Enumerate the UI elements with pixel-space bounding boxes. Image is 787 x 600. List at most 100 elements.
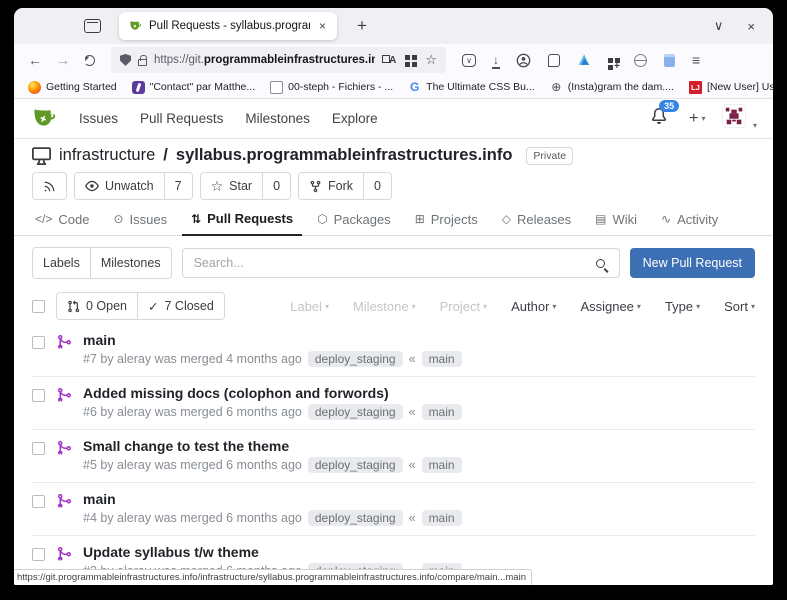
- base-branch-chip[interactable]: main: [422, 404, 462, 420]
- pocket-icon[interactable]: ∨: [462, 54, 476, 67]
- fork-button[interactable]: Fork: [299, 173, 363, 199]
- containers-grid-icon[interactable]: [405, 55, 410, 60]
- head-branch-chip[interactable]: deploy_staging: [308, 351, 403, 367]
- bookmark-star-icon[interactable]: ☆: [425, 52, 437, 68]
- nav-link[interactable]: Milestones: [245, 111, 310, 126]
- repo-tab[interactable]: ⬡ Packages: [308, 205, 400, 235]
- row-checkbox[interactable]: [32, 548, 45, 561]
- lock-icon[interactable]: [138, 59, 147, 66]
- addon-document-icon[interactable]: [664, 54, 675, 67]
- pull-request-title[interactable]: main: [83, 332, 462, 348]
- back-button[interactable]: ←: [22, 52, 48, 68]
- filter-dropdown[interactable]: Assignee: [580, 299, 641, 314]
- tab-close-icon[interactable]: ×: [317, 18, 328, 34]
- search-button[interactable]: [583, 249, 619, 277]
- repo-tab[interactable]: ⊙ Issues: [104, 205, 176, 235]
- base-branch-chip[interactable]: main: [422, 457, 462, 473]
- repo-tab[interactable]: ⊞ Projects: [406, 205, 487, 235]
- repo-name-link[interactable]: syllabus.programmableinfrastructures.inf…: [176, 146, 513, 165]
- extension-icon[interactable]: [548, 54, 560, 67]
- notifications-bell[interactable]: 35: [651, 108, 673, 129]
- tab-glyph-icon: ⬡: [317, 212, 327, 226]
- watch-count[interactable]: 7: [164, 173, 192, 199]
- list-header: 0 Open ✓7 Closed Label Milestone Project Au…: [32, 292, 755, 320]
- rss-button[interactable]: [32, 172, 67, 200]
- bookmark-item[interactable]: Getting Started: [28, 81, 117, 94]
- labels-button[interactable]: Labels: [33, 248, 90, 278]
- addon-logo-icon[interactable]: [577, 53, 591, 67]
- new-tab-button[interactable]: +: [351, 16, 373, 36]
- pull-request-row[interactable]: Added missing docs (colophon and forword…: [32, 376, 755, 429]
- filter-dropdown[interactable]: Sort: [724, 299, 755, 314]
- row-checkbox[interactable]: [32, 495, 45, 508]
- filter-dropdown[interactable]: Milestone: [353, 299, 416, 314]
- user-menu[interactable]: [722, 104, 757, 133]
- bookmark-item[interactable]: LJ [New User] Using Mi...: [689, 81, 773, 94]
- filter-dropdown[interactable]: Project: [440, 299, 487, 314]
- head-branch-chip[interactable]: deploy_staging: [308, 404, 403, 420]
- addon-globe-icon[interactable]: [634, 54, 647, 67]
- open-filter-button[interactable]: 0 Open: [57, 293, 137, 319]
- new-pull-request-button[interactable]: New Pull Request: [630, 248, 755, 278]
- extensions-grid-icon[interactable]: [608, 58, 613, 63]
- list-all-tabs-chevron[interactable]: ∨: [714, 18, 724, 34]
- bookmark-item[interactable]: 00-steph - Fichiers - ...: [270, 81, 393, 94]
- search-box: [182, 248, 620, 278]
- url-bar[interactable]: https://git.programmableinfrastructures.…: [111, 47, 446, 73]
- create-new-button[interactable]: +: [689, 110, 705, 128]
- row-checkbox[interactable]: [32, 389, 45, 402]
- closed-filter-button[interactable]: ✓7 Closed: [137, 293, 224, 319]
- pull-request-title[interactable]: Added missing docs (colophon and forword…: [83, 385, 462, 401]
- firefox-view-icon[interactable]: [84, 19, 101, 33]
- fork-count[interactable]: 0: [363, 173, 391, 199]
- repo-tab[interactable]: </> Code: [26, 205, 98, 235]
- filter-dropdown[interactable]: Label: [290, 299, 329, 314]
- forward-button[interactable]: →: [50, 52, 76, 68]
- nav-link[interactable]: Explore: [332, 111, 378, 126]
- bookmark-item[interactable]: "Contact" par Matthe...: [132, 81, 256, 94]
- tracking-shield-icon[interactable]: [120, 54, 131, 66]
- star-icon: ☆: [211, 178, 224, 195]
- repo-tab[interactable]: ▤ Wiki: [586, 205, 646, 235]
- repo-tab[interactable]: ◇ Releases: [493, 205, 580, 235]
- filter-dropdown[interactable]: Author: [511, 299, 556, 314]
- app-menu-icon[interactable]: ≡: [692, 52, 700, 68]
- pull-request-title[interactable]: Update syllabus t/w theme: [83, 544, 462, 560]
- head-branch-chip[interactable]: deploy_staging: [308, 457, 403, 473]
- navigation-toolbar: ← → https://git.programmableinfrastructu…: [14, 44, 773, 76]
- repo-tab[interactable]: ∿ Activity: [652, 205, 727, 235]
- reload-button[interactable]: [84, 55, 95, 66]
- base-branch-chip[interactable]: main: [422, 510, 462, 526]
- row-checkbox[interactable]: [32, 336, 45, 349]
- pull-request-row[interactable]: main #7 by aleray was merged 4 months ag…: [32, 324, 755, 376]
- git-merge-icon: [56, 387, 72, 403]
- bookmark-item[interactable]: G The Ultimate CSS Bu...: [408, 81, 535, 94]
- pull-request-title[interactable]: Small change to test the theme: [83, 438, 462, 454]
- download-icon[interactable]: ↓: [493, 54, 499, 66]
- repo-tab[interactable]: ⇅ Pull Requests: [182, 205, 302, 236]
- star-button[interactable]: ☆Star: [201, 173, 263, 199]
- pull-request-title[interactable]: main: [83, 491, 462, 507]
- git-merge-icon: [56, 440, 72, 456]
- translate-icon[interactable]: A: [382, 55, 396, 66]
- nav-link[interactable]: Pull Requests: [140, 111, 223, 126]
- unwatch-button[interactable]: Unwatch: [75, 173, 164, 199]
- gitea-navbar: IssuesPull RequestsMilestonesExplore 35 …: [14, 99, 773, 139]
- nav-link[interactable]: Issues: [79, 111, 118, 126]
- head-branch-chip[interactable]: deploy_staging: [308, 510, 403, 526]
- star-count[interactable]: 0: [262, 173, 290, 199]
- filter-dropdown[interactable]: Type: [665, 299, 700, 314]
- window-close-button[interactable]: ×: [747, 19, 755, 34]
- browser-tab[interactable]: Pull Requests - syllabus.programm ×: [119, 12, 337, 40]
- gitea-logo[interactable]: [30, 105, 57, 132]
- search-input[interactable]: [183, 256, 583, 270]
- pull-request-row[interactable]: Small change to test the theme #5 by ale…: [32, 429, 755, 482]
- milestones-button[interactable]: Milestones: [90, 248, 171, 278]
- row-checkbox[interactable]: [32, 442, 45, 455]
- pull-request-row[interactable]: main #4 by aleray was merged 6 months ag…: [32, 482, 755, 535]
- select-all-checkbox[interactable]: [32, 300, 45, 313]
- repo-owner-link[interactable]: infrastructure: [59, 146, 155, 165]
- bookmark-item[interactable]: ⊕ (Insta)gram the dam....: [550, 81, 674, 94]
- account-icon[interactable]: [516, 53, 531, 68]
- base-branch-chip[interactable]: main: [422, 351, 462, 367]
